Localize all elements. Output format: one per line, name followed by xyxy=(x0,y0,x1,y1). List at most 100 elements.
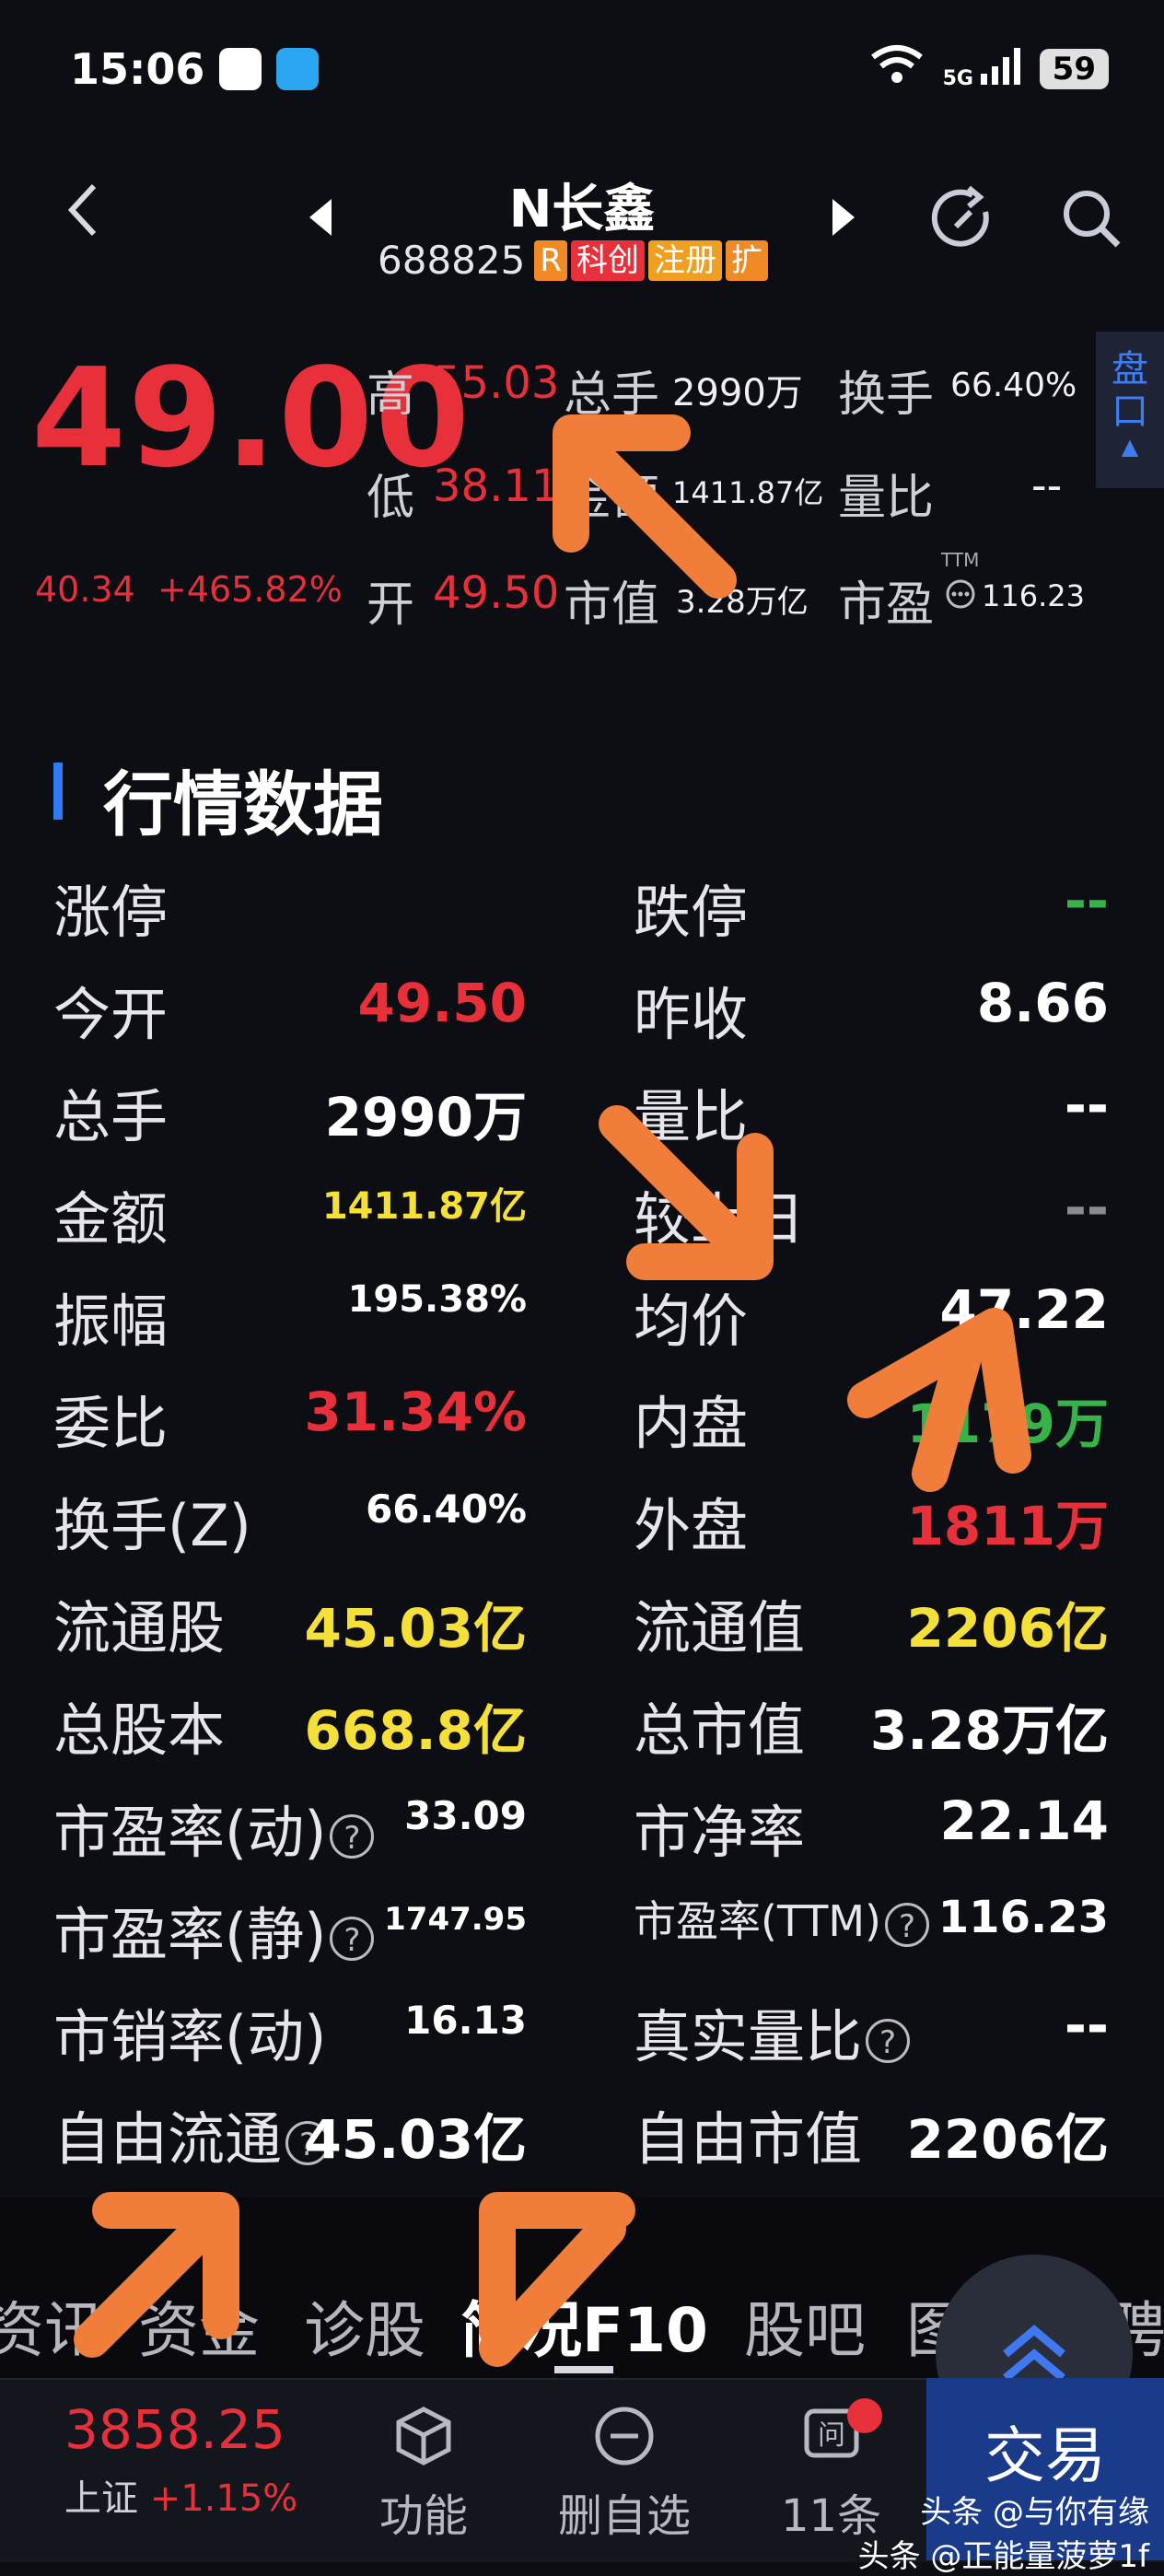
wifi-icon xyxy=(869,44,925,93)
caret-up-icon: ▲ xyxy=(1121,434,1139,460)
row-value-right: 2206亿 xyxy=(829,2096,1109,2174)
unread-dot xyxy=(847,2398,882,2433)
tab-diagnosis[interactable]: 诊股 xyxy=(304,2281,425,2370)
row-label-left-text: 总手 xyxy=(53,1083,169,1150)
row-value-right-text: 116.23 xyxy=(937,1892,1109,1943)
row-value-left-text: 45.03亿 xyxy=(304,2108,527,2171)
row-label-left: 流通股 xyxy=(53,1581,225,1664)
row-label-left: 委比 xyxy=(53,1377,168,1460)
tag-kuo: 扩 xyxy=(725,239,768,281)
row-value-right: -- xyxy=(829,1074,1109,1136)
cube-icon xyxy=(396,2407,451,2465)
watermark-2: 头条 @正能量菠萝1f xyxy=(857,2538,1149,2575)
section-accent-bar xyxy=(53,763,63,820)
annotation-arrow-icon xyxy=(74,2192,239,2358)
refresh-icon[interactable] xyxy=(928,184,998,258)
row-label-right-text: 外盘 xyxy=(634,1492,749,1559)
row-label-right: 市净率 xyxy=(634,1786,805,1869)
app-notification-icon xyxy=(219,48,262,90)
row-value-left: 1411.87亿 xyxy=(276,1176,527,1230)
app-notification-icon xyxy=(276,48,319,90)
market-row: 涨停 跌停 -- xyxy=(0,866,1164,967)
row-label-right: 跌停 xyxy=(634,866,748,949)
row-value-right: 22.14 xyxy=(829,1789,1109,1852)
row-value-left-text: 49.50 xyxy=(357,972,527,1034)
market-row: 市销率(动) 16.13 真实量比? -- xyxy=(0,1990,1164,2092)
row-label-left: 今开 xyxy=(53,968,168,1051)
row-value-left-text: 31.34% xyxy=(304,1381,527,1443)
volratio-label: 量比 xyxy=(838,471,935,526)
row-label-left-text: 金额 xyxy=(53,1185,169,1253)
status-right: 5G 59 xyxy=(869,44,1109,93)
function-button[interactable]: 功能 xyxy=(379,2404,468,2544)
row-label-left-text: 今开 xyxy=(53,981,169,1048)
turnover-label: 换手 xyxy=(838,367,935,423)
stock-code: 688825 xyxy=(378,238,526,283)
section-title: 行情数据 xyxy=(103,763,383,845)
more-dots-icon[interactable] xyxy=(945,578,976,613)
row-label-right-text: 自由市值 xyxy=(634,2105,863,2173)
change-percent: +465.82% xyxy=(157,569,343,610)
annotation-arrow-icon xyxy=(847,1308,1031,1492)
minus-circle-icon xyxy=(595,2407,654,2465)
status-time: 15:06 xyxy=(70,44,205,94)
row-value-right: 2206亿 xyxy=(829,1585,1109,1662)
row-label-right-text: 内盘 xyxy=(634,1390,749,1457)
tag-r: R xyxy=(534,239,567,281)
row-label-left-text: 换手(Z) xyxy=(53,1492,251,1559)
row-label-left: 总股本 xyxy=(53,1684,225,1766)
row-value-right-text: -- xyxy=(1064,1994,1109,2057)
row-value-left-text: 195.38% xyxy=(347,1278,527,1321)
row-value-right: 8.66 xyxy=(829,972,1109,1034)
row-label-right: 内盘 xyxy=(634,1377,748,1460)
row-label-right-text: 昨收 xyxy=(634,981,749,1048)
market-row: 总股本 668.8亿 总市值 3.28万亿 xyxy=(0,1684,1164,1785)
row-value-left: 195.38% xyxy=(276,1278,527,1321)
row-label-left-text: 涨停 xyxy=(53,879,169,946)
row-value-left-text: 1411.87亿 xyxy=(321,1185,527,1228)
row-label-left: 金额 xyxy=(53,1172,168,1255)
annotation-arrow-icon xyxy=(479,2192,635,2367)
row-value-left: 66.40% xyxy=(276,1486,527,1532)
row-value-left: 45.03亿 xyxy=(276,1585,527,1662)
row-label-right-text: 流通值 xyxy=(634,1594,806,1661)
function-label: 功能 xyxy=(379,2490,469,2542)
row-value-right-text: 22.14 xyxy=(939,1789,1109,1852)
row-label-right: 外盘 xyxy=(634,1479,748,1562)
row-label-right: 流通值 xyxy=(634,1581,805,1664)
index-widget[interactable]: 3858.25 上证 +1.15% xyxy=(64,2398,297,2522)
remove-watchlist-button[interactable]: 删自选 xyxy=(558,2404,691,2544)
row-value-left: 31.34% xyxy=(276,1381,527,1443)
row-value-left-text: 33.09 xyxy=(404,1793,527,1838)
search-icon[interactable] xyxy=(1059,186,1123,254)
tag-kechuang: 科创 xyxy=(570,239,645,281)
messages-button[interactable]: 问 11条 xyxy=(781,2398,882,2544)
row-label-right: 总市值 xyxy=(634,1684,805,1766)
next-stock-icon[interactable] xyxy=(829,197,856,241)
row-value-left-text: 66.40% xyxy=(366,1486,527,1532)
row-label-right-text: 跌停 xyxy=(634,879,749,946)
annotation-arrow-icon xyxy=(553,414,737,599)
pe-ttm-sup: TTM xyxy=(941,549,980,571)
row-label-right: 自由市值 xyxy=(634,2092,862,2175)
tab-forum[interactable]: 股吧 xyxy=(744,2281,866,2370)
market-row: 市盈率(静)? 1747.95 市盈率(TTM)? 116.23 xyxy=(0,1888,1164,1989)
watermark-1: 头条 @与你有缘 xyxy=(920,2494,1149,2531)
low-label: 低 xyxy=(367,471,415,526)
row-value-right-text: 2206亿 xyxy=(906,1597,1109,1660)
pe-value: 116.23 xyxy=(982,578,1085,613)
row-label-right-text: 市净率 xyxy=(634,1799,806,1866)
row-value-right: -- xyxy=(829,1994,1109,2057)
row-value-right-text: -- xyxy=(1064,1074,1109,1136)
high-label: 高 xyxy=(367,367,415,423)
row-label-right-text: 总市值 xyxy=(634,1696,806,1764)
row-value-right-text: 1811万 xyxy=(906,1495,1109,1557)
row-label-left-text: 流通股 xyxy=(53,1594,226,1661)
row-value-left: 33.09 xyxy=(276,1793,527,1838)
turnover-value: 66.40% xyxy=(950,367,1077,404)
row-label-left: 换手(Z) xyxy=(53,1479,251,1562)
pankou-button[interactable]: 盘口 ▲ xyxy=(1096,332,1164,488)
row-value-left-text: 45.03亿 xyxy=(304,1597,527,1660)
row-value-right-text: 3.28万亿 xyxy=(869,1699,1109,1762)
change-value: 40.34 xyxy=(35,569,135,610)
